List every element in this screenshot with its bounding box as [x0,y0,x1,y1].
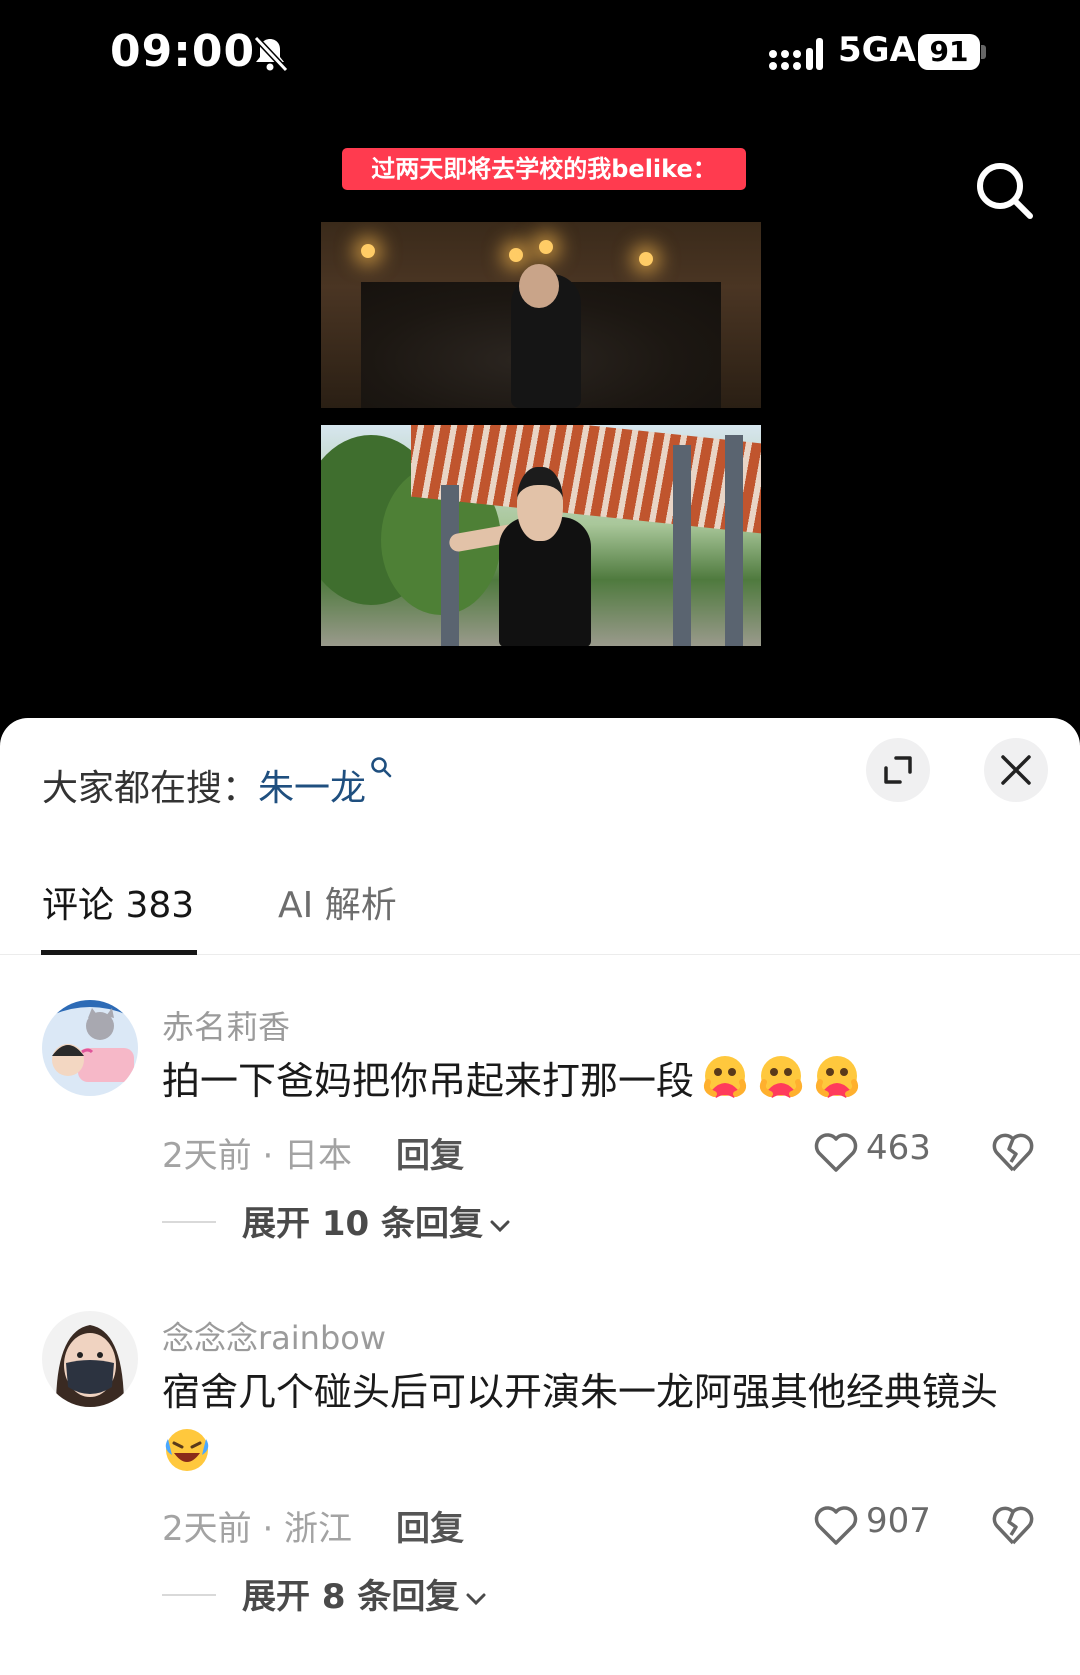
comment-text: 宿舍几个碰头后可以开演朱一龙阿强其他经典镜头 [162,1361,1042,1485]
comment-username[interactable]: 念念念rainbow [162,1313,386,1359]
comment-sheet: 大家都在搜：朱一龙 评论 383 AI 解析 赤名莉香 拍一下爸妈把你吊起来打那… [0,718,1080,1675]
expand-replies[interactable]: 展开 10 条回复 [162,1196,511,1245]
comment-text-content: 宿舍几个碰头后可以开演朱一龙阿强其他经典镜头 [162,1370,999,1414]
broken-heart-icon[interactable] [990,1503,1036,1547]
status-time: 09:00 [110,26,256,77]
avatar[interactable] [42,1311,138,1407]
video-caption: 过两天即将去学校的我belike： [342,148,746,190]
like-count: 907 [866,1501,931,1541]
heart-icon[interactable] [812,1503,860,1547]
expand-icon [884,756,912,784]
tab-ai-analysis[interactable]: AI 解析 [278,876,397,928]
comment-time-location: 2天前 · 日本 [162,1136,353,1176]
expand-replies-label: 展开 8 条回复 [242,1577,460,1617]
bell-muted-icon [253,35,289,73]
expand-sheet-button[interactable] [866,738,930,802]
broken-heart-icon[interactable] [990,1130,1036,1174]
magnifier-icon [371,757,392,778]
comment-text-content: 拍一下爸妈把你吊起来打那一段 [162,1059,695,1103]
battery-icon: 91 [918,34,986,70]
network-type: 5GA [838,30,916,70]
video-frame-bottom [321,425,761,646]
tab-bar: 评论 383 AI 解析 [0,858,1080,955]
expand-replies[interactable]: 展开 8 条回复 [162,1569,487,1618]
comment-username[interactable]: 赤名莉香 [162,1002,290,1048]
close-icon [1001,755,1031,785]
heart-icon[interactable] [812,1130,860,1174]
chevron-down-icon [490,1220,510,1233]
chevron-down-icon [466,1593,486,1606]
trending-keyword[interactable]: 朱一龙 [258,768,366,809]
search-icon[interactable] [974,160,1036,222]
reply-button[interactable]: 回复 [396,1128,464,1177]
tab-comments[interactable]: 评论 383 [42,876,194,928]
status-bar: 09:00 5GA 91 [0,0,1080,110]
expand-replies-label: 展开 10 条回复 [242,1204,483,1244]
signal-icon [769,38,823,70]
comment-text: 拍一下爸妈把你吊起来打那一段 [162,1050,1042,1112]
crying-laughing-emoji [165,1429,209,1471]
avatar[interactable] [42,1000,138,1096]
hug-face-emoji [815,1056,859,1098]
like-count: 463 [866,1128,931,1168]
hug-face-emoji [703,1056,747,1098]
close-button[interactable] [984,738,1048,802]
hug-face-emoji [759,1056,803,1098]
trending-prefix: 大家都在搜： [42,768,259,809]
battery-level: 91 [918,34,980,70]
video-frame-top [321,222,761,408]
tab-indicator [41,950,197,955]
comment-time-location: 2天前 · 浙江 [162,1509,353,1549]
trending-search[interactable]: 大家都在搜：朱一龙 [42,756,392,811]
reply-button[interactable]: 回复 [396,1501,464,1550]
